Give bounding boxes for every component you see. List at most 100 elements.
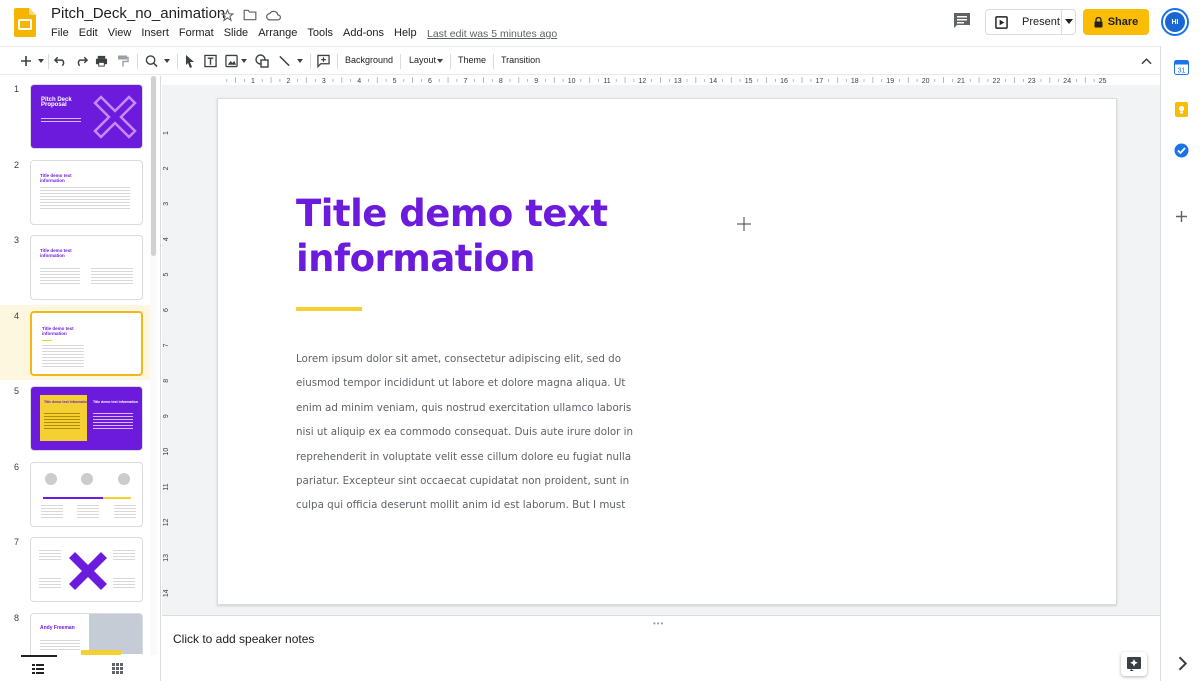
new-slide-icon[interactable] <box>20 54 32 68</box>
slide-preview[interactable] <box>30 461 143 527</box>
present-button[interactable]: Present <box>985 9 1076 35</box>
ruler-tick <box>872 77 874 83</box>
ruler-tick <box>598 79 599 82</box>
redo-icon[interactable] <box>75 54 88 68</box>
menu-arrange[interactable]: Arrange <box>258 27 297 39</box>
speaker-notes-placeholder[interactable]: Click to add speaker notes <box>173 632 314 646</box>
line-icon[interactable] <box>278 54 291 68</box>
calendar-icon[interactable]: 31 <box>1174 60 1189 75</box>
menu-file[interactable]: File <box>51 27 69 39</box>
menu-view[interactable]: View <box>108 27 132 39</box>
ruler-tick <box>668 79 670 82</box>
ruler-tick <box>385 79 387 82</box>
ruler-tick <box>1014 77 1015 83</box>
slide-preview[interactable]: Title demo text information <box>30 235 143 300</box>
undo-icon[interactable] <box>54 54 67 68</box>
move-folder-icon[interactable] <box>242 7 258 23</box>
ruler-tick <box>934 79 936 82</box>
ruler-tick <box>775 79 776 82</box>
menu-tools[interactable]: Tools <box>307 27 333 39</box>
ruler-number: 8 <box>499 78 503 84</box>
add-comment-icon[interactable] <box>317 54 330 68</box>
vertical-ruler[interactable]: 1234567891011121314 <box>163 98 172 605</box>
last-edit-link[interactable]: Last edit was 5 minutes ago <box>427 28 557 40</box>
zoom-icon[interactable] <box>145 54 158 68</box>
collapse-toolbar-icon[interactable] <box>1141 54 1152 68</box>
layout-dropdown-icon[interactable] <box>436 58 444 64</box>
ruler-number: 2 <box>286 78 290 84</box>
slide-title[interactable]: Title demo text information <box>296 191 716 281</box>
print-icon[interactable] <box>95 54 108 68</box>
insert-image-icon[interactable] <box>225 54 238 68</box>
ruler-number: 15 <box>745 78 753 84</box>
explore-button[interactable] <box>1121 652 1147 676</box>
slide-thumbnail-7[interactable]: 7 <box>0 531 150 606</box>
speaker-notes[interactable]: ••• Click to add speaker notes <box>162 615 1160 681</box>
slide-thumbnail-5[interactable]: 5 Title demo text information Title demo t… <box>0 380 150 455</box>
shape-icon[interactable] <box>255 54 269 68</box>
keep-icon[interactable] <box>1174 102 1189 117</box>
chevron-down-icon[interactable] <box>1065 19 1073 25</box>
layout-button[interactable]: Layout <box>409 55 436 65</box>
slide-preview[interactable]: Pitch Deck Proposal <box>30 84 143 149</box>
zoom-dropdown-icon[interactable] <box>163 54 171 68</box>
slides-logo-icon[interactable] <box>14 8 36 37</box>
document-title[interactable]: Pitch_Deck_no_animation <box>51 5 225 22</box>
grid-view-icon[interactable] <box>112 663 123 674</box>
current-slide[interactable]: Title demo text information Lorem ipsum … <box>217 98 1117 605</box>
menu-edit[interactable]: Edit <box>79 27 98 39</box>
select-cursor-icon[interactable] <box>185 54 196 68</box>
filmstrip-scrollbar[interactable] <box>150 76 157 655</box>
slide-preview[interactable]: Title demo text information <box>30 310 143 376</box>
title-underline-bar[interactable] <box>296 307 362 311</box>
ruler-number: 22 <box>993 78 1001 84</box>
image-dropdown-icon[interactable] <box>240 54 248 68</box>
transition-button[interactable]: Transition <box>501 55 540 65</box>
ruler-tick <box>314 79 316 82</box>
slide-thumbnail-6[interactable]: 6 <box>0 456 150 531</box>
menu-format[interactable]: Format <box>179 27 214 39</box>
slide-preview[interactable]: Title demo text information Title demo te… <box>30 386 143 451</box>
add-addon-icon[interactable] <box>1174 209 1189 224</box>
slide-thumbnail-1[interactable]: 1 Pitch Deck Proposal <box>0 78 150 153</box>
theme-button[interactable]: Theme <box>458 55 486 65</box>
slide-thumbnail-3[interactable]: 3 Title demo text information <box>0 229 150 304</box>
new-slide-dropdown-icon[interactable] <box>37 54 45 68</box>
slide-thumbnail-2[interactable]: 2 Title demo text information <box>0 154 150 229</box>
slide-preview[interactable] <box>30 537 143 602</box>
slide-body-text[interactable]: Lorem ipsum dolor sit amet, consectetur … <box>296 347 646 518</box>
cloud-saved-icon[interactable] <box>265 7 281 23</box>
menu-slide[interactable]: Slide <box>224 27 248 39</box>
line-dropdown-icon[interactable] <box>296 54 304 68</box>
tasks-icon[interactable] <box>1174 143 1189 158</box>
text-box-icon[interactable] <box>204 54 217 68</box>
filmstrip-scroll-thumb[interactable] <box>151 76 156 256</box>
menu-help[interactable]: Help <box>394 27 417 39</box>
paint-format-icon[interactable] <box>117 54 129 68</box>
slide-preview[interactable]: Andy Freeman <box>30 612 143 655</box>
slide-thumbnail-4[interactable]: 4 Title demo text information <box>0 304 150 380</box>
notes-resize-handle[interactable]: ••• <box>653 619 664 628</box>
ruler-number: 10 <box>163 448 170 456</box>
share-button[interactable]: Share <box>1083 9 1149 35</box>
ruler-tick <box>244 79 245 82</box>
toolbar-separator <box>177 54 178 69</box>
ruler-number: 9 <box>534 78 538 84</box>
menu-addons[interactable]: Add-ons <box>343 27 384 39</box>
comment-history-icon[interactable] <box>952 12 972 30</box>
ruler-tick <box>801 77 803 83</box>
avatar-initials: HI <box>1165 12 1185 32</box>
lock-icon <box>1094 16 1103 27</box>
ruler-number: 5 <box>163 273 170 277</box>
account-avatar[interactable]: HI <box>1161 8 1189 36</box>
menu-insert[interactable]: Insert <box>141 27 169 39</box>
expand-panel-icon[interactable] <box>1177 656 1187 671</box>
background-button[interactable]: Background <box>345 55 393 65</box>
horizontal-ruler[interactable]: 1 2 3 4 5 6 7 8 9 10 11 12 13 14 15 16 17 18 19 20 21 22 23 24 2… <box>218 76 1118 84</box>
star-icon[interactable] <box>219 7 235 23</box>
filmstrip-view-icon[interactable] <box>32 664 44 674</box>
slide-thumbnail-8[interactable]: 8 Andy Freeman <box>0 607 150 655</box>
ruler-tick <box>474 79 475 82</box>
slide-preview[interactable]: Title demo text information <box>30 159 143 225</box>
ruler-number: 14 <box>163 589 170 597</box>
